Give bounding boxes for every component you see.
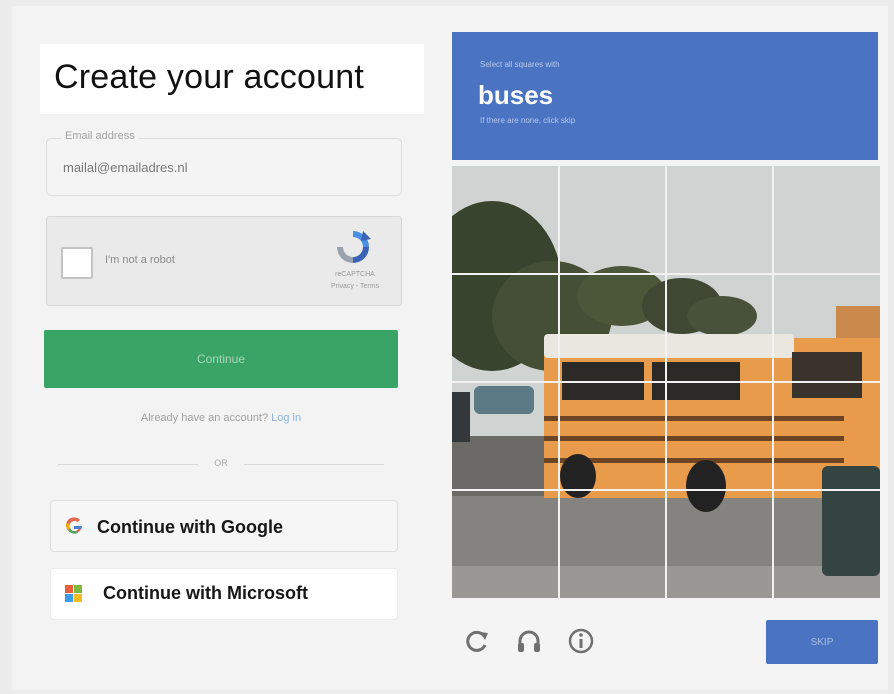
- divider-line: [58, 464, 198, 465]
- recaptcha-label: I'm not a robot: [105, 254, 175, 266]
- info-icon[interactable]: [566, 626, 596, 656]
- skip-button[interactable]: SKIP: [766, 620, 878, 664]
- recaptcha-logo-icon: [337, 231, 371, 263]
- or-text: OR: [214, 458, 228, 468]
- captcha-footer: SKIP: [448, 602, 880, 678]
- login-prompt: Already have an account? Log in: [44, 412, 398, 424]
- captcha-target: buses: [478, 80, 554, 110]
- recaptcha-privacy-terms[interactable]: Privacy - Terms: [315, 283, 395, 290]
- recaptcha-brand: reCAPTCHA: [335, 271, 375, 278]
- google-button-label: Continue with Google: [97, 517, 283, 537]
- microsoft-icon: [65, 585, 82, 602]
- email-field-wrapper: Email address: [46, 130, 402, 196]
- email-field-label: Email address: [61, 130, 139, 142]
- reload-icon[interactable]: [462, 626, 492, 656]
- microsoft-button-label: Continue with Microsoft: [103, 583, 308, 603]
- recaptcha-checkbox[interactable]: [61, 247, 93, 279]
- login-link[interactable]: Log in: [271, 412, 301, 424]
- page-title: Create your account: [54, 58, 364, 96]
- bus-photo: [452, 166, 880, 598]
- audio-icon[interactable]: [514, 626, 544, 656]
- continue-button[interactable]: Continue: [44, 330, 398, 388]
- google-signin-button[interactable]: Continue with Google: [50, 500, 398, 552]
- captcha-challenge: Select all squares with buses If there a…: [448, 32, 880, 678]
- captcha-header: Select all squares with buses If there a…: [452, 32, 878, 160]
- or-divider: OR: [58, 458, 384, 470]
- captcha-image-grid: [452, 166, 880, 598]
- divider-line: [244, 464, 384, 465]
- email-field[interactable]: [63, 157, 383, 177]
- recaptcha-widget: I'm not a robot reCAPTCHA Privacy - Term…: [46, 216, 402, 306]
- google-icon: [66, 517, 82, 534]
- captcha-instruction: Select all squares with: [480, 60, 560, 69]
- microsoft-signin-button[interactable]: Continue with Microsoft: [50, 568, 398, 620]
- captcha-subtext: If there are none, click skip: [480, 116, 576, 125]
- title-box: Create your account: [40, 44, 424, 114]
- login-prompt-text: Already have an account?: [140, 412, 269, 424]
